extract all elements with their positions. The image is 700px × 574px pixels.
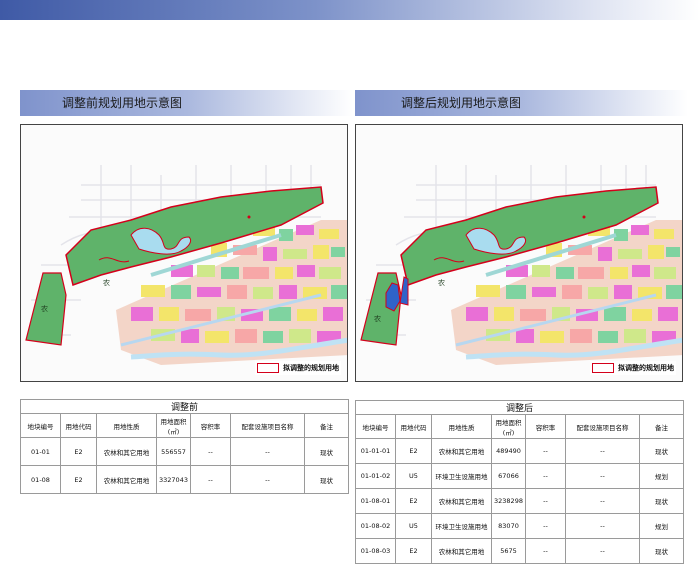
col-header: 用地代码 [395,414,432,439]
cell: 规划 [638,513,685,539]
cell: -- [525,538,566,564]
col-header: 备注 [638,414,685,439]
cell: 环境卫生设施用地 [431,513,492,539]
cell: 01-01-01 [355,438,396,464]
land-label-west: 农 [374,314,381,323]
table-before: 调整前 地块编号 用地代码 用地性质 用地面积(㎡) 容积率 配套设施项目名称 … [19,399,350,494]
cell: 67066 [491,463,526,489]
cell: 01-08-03 [355,538,396,564]
legend-text: 拟调整的规划用地 [618,364,674,372]
cell: 农林和其它用地 [431,488,492,514]
table-before-title: 调整前 [19,399,350,414]
cell: 现状 [303,465,350,494]
col-header: 地块编号 [20,413,61,438]
land-label-west: 农 [41,304,48,313]
legend-text: 拟调整的规划用地 [283,364,339,372]
col-header: 用地面积(㎡) [156,413,191,438]
legend-swatch [257,363,279,373]
cell: 489490 [491,438,526,464]
panel-header-after: 调整后规划用地示意图 [355,90,688,116]
cell: U5 [395,513,432,539]
col-header: 地块编号 [355,414,396,439]
cell: -- [565,438,640,464]
table-row: 01-01-02 U5 环境卫生设施用地 67066 -- -- 规划 [355,463,685,489]
cell: 01-08 [20,465,61,494]
cell: E2 [60,465,97,494]
cell: 83070 [491,513,526,539]
cell: 农林和其它用地 [431,438,492,464]
cell: -- [190,465,231,494]
panel-title-before: 调整前规划用地示意图 [62,96,183,110]
cell: 规划 [638,463,685,489]
cell: -- [190,437,231,466]
map-before-canvas: 农 农 [25,165,347,365]
cell: 农林和其它用地 [96,437,157,466]
land-label-main: 农 [103,278,110,287]
cell: 01-01 [20,437,61,466]
map-legend-before: 拟调整的规划用地 [255,361,341,375]
land-label-main: 农 [438,278,445,287]
cell: 现状 [638,488,685,514]
table-after-title: 调整后 [354,400,685,415]
table-after: 调整后 地块编号 用地代码 用地性质 用地面积(㎡) 容积率 配套设施项目名称 … [354,400,685,564]
cell: 环境卫生设施用地 [431,463,492,489]
map-before[interactable]: 农 农 拟调整的规划用地 [20,124,348,382]
top-gradient-band [0,0,700,20]
col-header: 配套设施项目名称 [230,413,305,438]
col-header: 容积率 [525,414,566,439]
cell: 556557 [156,437,191,466]
map-after-canvas: 农 农 [360,165,682,365]
cell: 01-08-02 [355,513,396,539]
cell: -- [565,463,640,489]
table-row: 01-08 E2 农林和其它用地 3327043 -- -- 现状 [20,465,350,494]
cell: -- [565,538,640,564]
cell: 01-01-02 [355,463,396,489]
cell: E2 [395,488,432,514]
cell: -- [565,513,640,539]
col-header: 用地面积(㎡) [491,414,526,439]
table-row: 01-01 E2 农林和其它用地 556557 -- -- 现状 [20,437,350,466]
cell: E2 [60,437,97,466]
cell: 农林和其它用地 [431,538,492,564]
cell: -- [565,488,640,514]
cell: 农林和其它用地 [96,465,157,494]
cell: -- [230,465,305,494]
map-after[interactable]: 农 农 拟调整的规划用地 [355,124,683,382]
table-row: 01-01-01 E2 农林和其它用地 489490 -- -- 现状 [355,438,685,464]
cell: -- [230,437,305,466]
col-header: 配套设施项目名称 [565,414,640,439]
table-header-row: 地块编号 用地代码 用地性质 用地面积(㎡) 容积率 配套设施项目名称 备注 [20,413,350,438]
cell: 现状 [303,437,350,466]
col-header: 容积率 [190,413,231,438]
map-legend-after: 拟调整的规划用地 [590,361,676,375]
cell: -- [525,463,566,489]
col-header: 用地代码 [60,413,97,438]
table-row: 01-08-03 E2 农林和其它用地 5675 -- -- 现状 [355,538,685,564]
cell: 5675 [491,538,526,564]
col-header: 备注 [303,413,350,438]
cell: E2 [395,438,432,464]
table-row: 01-08-02 U5 环境卫生设施用地 83070 -- -- 规划 [355,513,685,539]
cell: 01-08-01 [355,488,396,514]
panel-header-before: 调整前规划用地示意图 [20,90,353,116]
cell: 现状 [638,538,685,564]
cell: -- [525,488,566,514]
cell: -- [525,513,566,539]
cell: U5 [395,463,432,489]
table-header-row: 地块编号 用地代码 用地性质 用地面积(㎡) 容积率 配套设施项目名称 备注 [355,414,685,439]
cell: -- [525,438,566,464]
col-header: 用地性质 [431,414,492,439]
panel-title-after: 调整后规划用地示意图 [401,96,522,110]
cell: E2 [395,538,432,564]
cell: 现状 [638,438,685,464]
u5-parcel-east[interactable] [399,276,409,306]
cell: 3327043 [156,465,191,494]
cell: 3238298 [491,488,526,514]
col-header: 用地性质 [96,413,157,438]
table-row: 01-08-01 E2 农林和其它用地 3238298 -- -- 现状 [355,488,685,514]
legend-swatch [592,363,614,373]
